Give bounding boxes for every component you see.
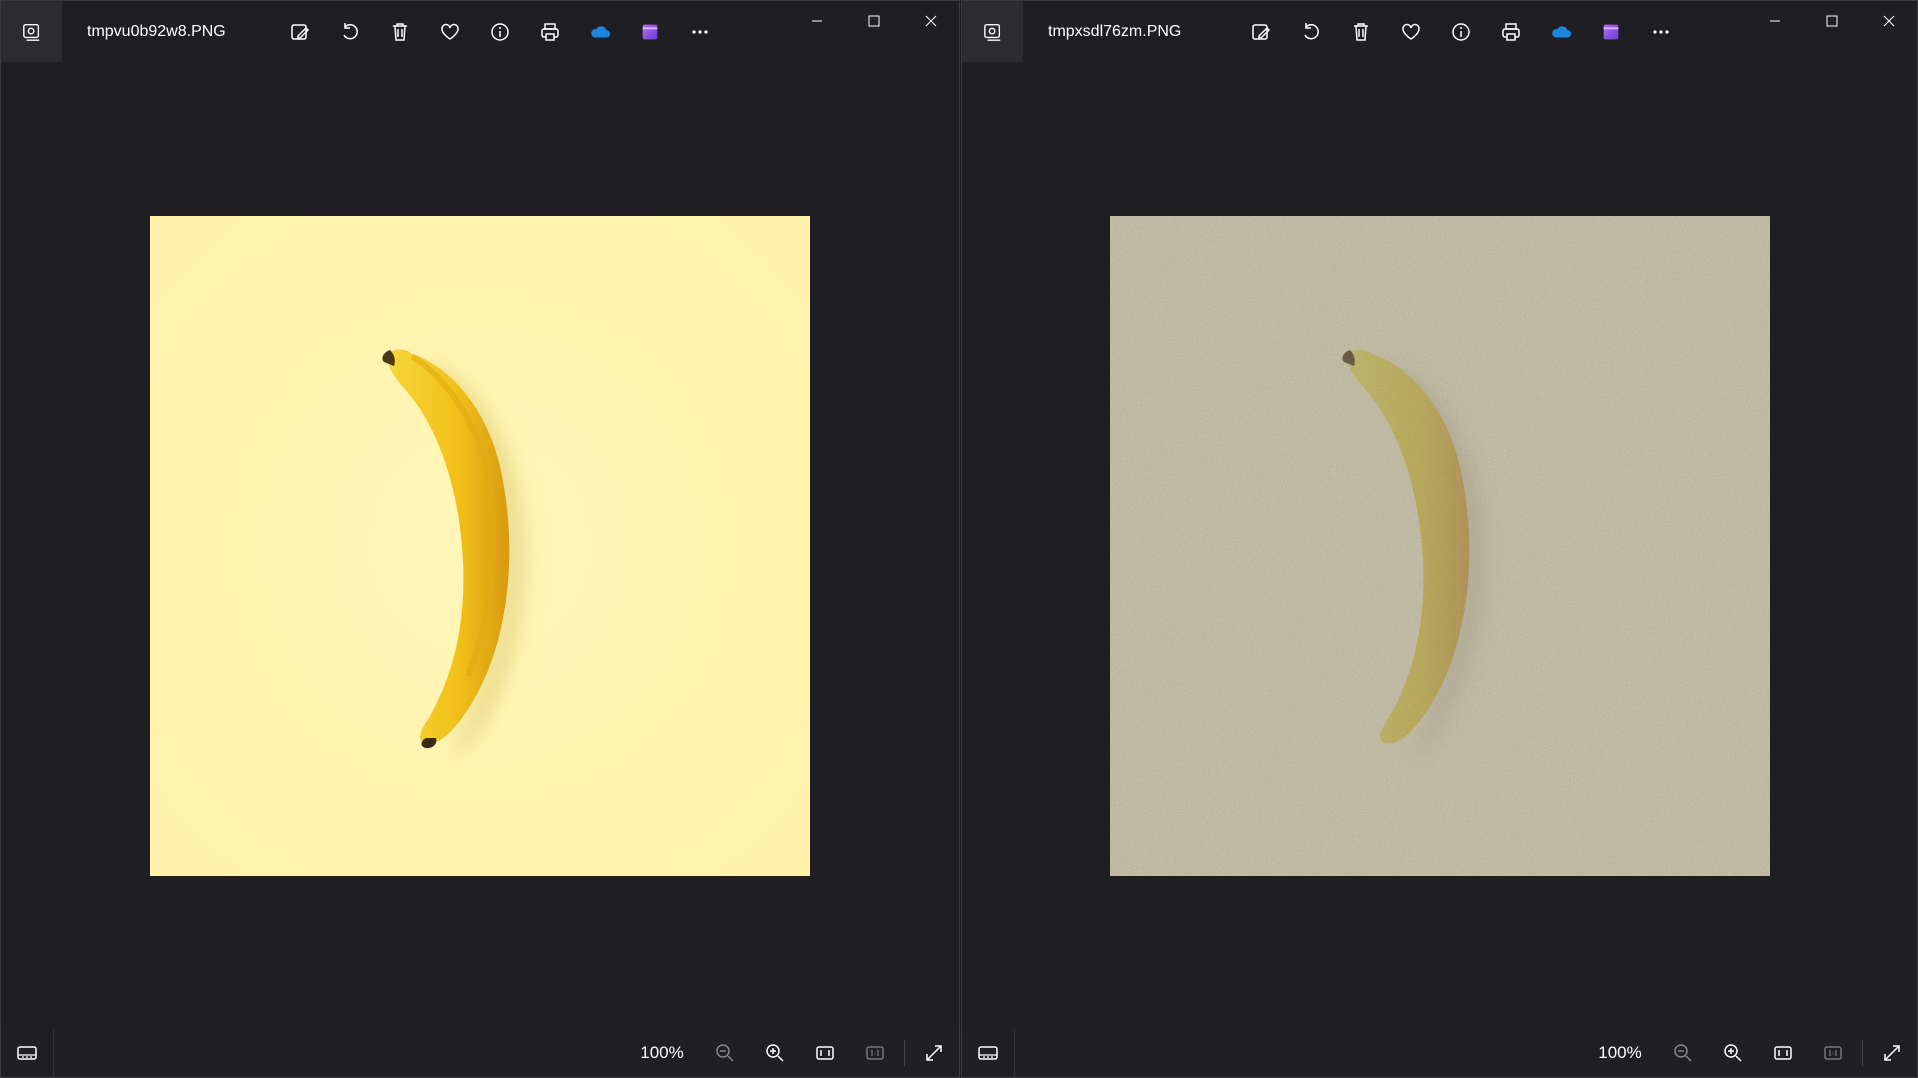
actual-size-button[interactable] bbox=[1808, 1029, 1858, 1077]
print-icon[interactable] bbox=[525, 12, 575, 52]
window-controls bbox=[788, 1, 959, 41]
zoom-in-icon bbox=[766, 1044, 784, 1062]
photos-app-icon[interactable] bbox=[1, 1, 62, 62]
toolbar bbox=[275, 12, 725, 52]
actual-size-button[interactable] bbox=[850, 1029, 900, 1077]
window-controls bbox=[1746, 1, 1917, 41]
onedrive-icon[interactable] bbox=[1536, 12, 1586, 52]
zoom-out-button[interactable] bbox=[700, 1029, 750, 1077]
divider bbox=[904, 1040, 905, 1066]
zoom-level[interactable]: 100% bbox=[632, 1043, 692, 1063]
toolbar bbox=[1236, 12, 1686, 52]
clipchamp-icon[interactable] bbox=[1586, 12, 1636, 52]
image-canvas[interactable] bbox=[1, 62, 959, 1029]
close-button[interactable] bbox=[902, 1, 959, 41]
displayed-image bbox=[1110, 216, 1770, 876]
zoom-in-button[interactable] bbox=[1708, 1029, 1758, 1077]
filmstrip-toggle[interactable] bbox=[962, 1029, 1015, 1077]
fullscreen-button[interactable] bbox=[909, 1029, 959, 1077]
zoom-controls: 100% bbox=[632, 1029, 959, 1077]
actual-size-icon bbox=[1824, 1046, 1842, 1060]
zoom-in-icon bbox=[1724, 1044, 1742, 1062]
favorite-icon[interactable] bbox=[425, 12, 475, 52]
fit-to-window-button[interactable] bbox=[800, 1029, 850, 1077]
desktop: tmpvu0b92w8.PNG 100% tmpxsdl76zm.PNG 100… bbox=[0, 0, 1918, 1078]
more-icon[interactable] bbox=[675, 12, 725, 52]
file-name: tmpxsdl76zm.PNG bbox=[1048, 22, 1182, 40]
zoom-out-icon bbox=[1674, 1044, 1692, 1062]
print-icon[interactable] bbox=[1486, 12, 1536, 52]
image-canvas[interactable] bbox=[962, 62, 1917, 1029]
delete-icon[interactable] bbox=[375, 12, 425, 52]
actual-size-icon bbox=[866, 1046, 884, 1060]
fit-to-window-icon bbox=[816, 1046, 834, 1060]
photos-window-right: tmpxsdl76zm.PNG 100% bbox=[961, 0, 1918, 1078]
fullscreen-icon bbox=[1884, 1045, 1900, 1061]
title-bar[interactable]: tmpxsdl76zm.PNG bbox=[962, 1, 1917, 62]
close-button[interactable] bbox=[1860, 1, 1917, 41]
banana-photo bbox=[150, 216, 810, 876]
fullscreen-button[interactable] bbox=[1867, 1029, 1917, 1077]
info-icon[interactable] bbox=[1436, 12, 1486, 52]
more-icon[interactable] bbox=[1636, 12, 1686, 52]
title-bar[interactable]: tmpvu0b92w8.PNG bbox=[1, 1, 959, 62]
zoom-out-button[interactable] bbox=[1658, 1029, 1708, 1077]
zoom-level[interactable]: 100% bbox=[1590, 1043, 1650, 1063]
edit-image-icon[interactable] bbox=[275, 12, 325, 52]
info-icon[interactable] bbox=[475, 12, 525, 52]
onedrive-icon[interactable] bbox=[575, 12, 625, 52]
filmstrip-icon bbox=[17, 1046, 37, 1060]
rotate-icon[interactable] bbox=[325, 12, 375, 52]
fit-to-window-icon bbox=[1774, 1046, 1792, 1060]
fullscreen-icon bbox=[926, 1045, 942, 1061]
filmstrip-icon bbox=[978, 1046, 998, 1060]
edit-image-icon[interactable] bbox=[1236, 12, 1286, 52]
fit-to-window-button[interactable] bbox=[1758, 1029, 1808, 1077]
zoom-out-icon bbox=[716, 1044, 734, 1062]
minimize-button[interactable] bbox=[1746, 1, 1803, 41]
zoom-in-button[interactable] bbox=[750, 1029, 800, 1077]
minimize-button[interactable] bbox=[788, 1, 845, 41]
maximize-button[interactable] bbox=[1803, 1, 1860, 41]
photos-window-left: tmpvu0b92w8.PNG 100% bbox=[0, 0, 960, 1078]
rotate-icon[interactable] bbox=[1286, 12, 1336, 52]
delete-icon[interactable] bbox=[1336, 12, 1386, 52]
favorite-icon[interactable] bbox=[1386, 12, 1436, 52]
noisy-banana-photo bbox=[1110, 216, 1770, 876]
divider bbox=[1862, 1040, 1863, 1066]
filmstrip-toggle[interactable] bbox=[1, 1029, 54, 1077]
file-name: tmpvu0b92w8.PNG bbox=[87, 22, 226, 40]
maximize-button[interactable] bbox=[845, 1, 902, 41]
clipchamp-icon[interactable] bbox=[625, 12, 675, 52]
photos-app-icon[interactable] bbox=[962, 1, 1023, 62]
status-bar: 100% bbox=[1, 1029, 959, 1077]
displayed-image bbox=[150, 216, 810, 876]
status-bar: 100% bbox=[962, 1029, 1917, 1077]
zoom-controls: 100% bbox=[1590, 1029, 1917, 1077]
